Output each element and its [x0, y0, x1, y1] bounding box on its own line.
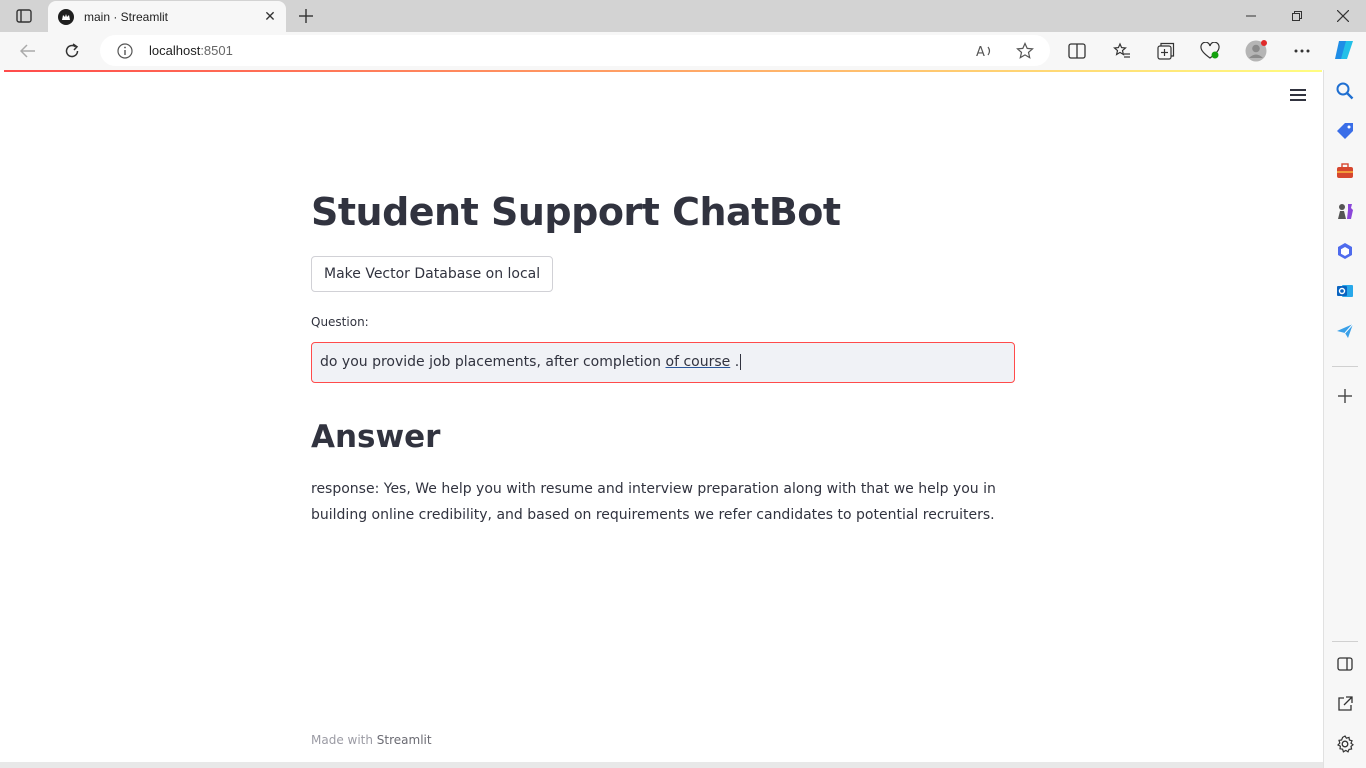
footer-prefix: Made with: [311, 733, 377, 747]
sidebar-layout-icon[interactable]: [1335, 654, 1355, 674]
tools-briefcase-icon[interactable]: [1335, 161, 1355, 181]
tab-actions-icon[interactable]: [10, 6, 38, 26]
favorite-star-icon[interactable]: [1015, 41, 1035, 61]
restore-icon[interactable]: [1274, 0, 1320, 32]
question-label: Question:: [311, 315, 369, 329]
text-cursor: [740, 354, 742, 370]
answer-text: response: Yes, We help you with resume a…: [311, 481, 996, 523]
browser-tab-strip: main · Streamlit ✕: [0, 0, 1366, 32]
url-port: :8501: [200, 43, 233, 58]
page-title: Student Support ChatBot: [311, 190, 841, 234]
window-close-icon[interactable]: [1320, 0, 1366, 32]
footer-streamlit-link[interactable]: Streamlit: [377, 733, 432, 747]
microsoft-365-icon[interactable]: [1335, 241, 1355, 261]
browser-tab[interactable]: main · Streamlit ✕: [48, 1, 286, 32]
edge-sidebar: [1323, 70, 1366, 768]
sidebar-divider-bottom: [1332, 641, 1358, 642]
open-external-icon[interactable]: [1335, 694, 1355, 714]
search-icon[interactable]: [1335, 81, 1355, 101]
window-bottom-edge: [0, 762, 1323, 768]
outlook-icon[interactable]: [1335, 281, 1355, 301]
sidebar-divider: [1332, 366, 1358, 367]
url-text: localhost:8501: [149, 43, 233, 58]
back-icon[interactable]: [13, 36, 43, 66]
split-screen-icon[interactable]: [1066, 40, 1088, 62]
send-feedback-icon[interactable]: [1335, 321, 1355, 341]
address-bar[interactable]: localhost:8501 A: [100, 35, 1050, 66]
question-text-underlined: of course: [665, 354, 731, 370]
minimize-icon[interactable]: [1228, 0, 1274, 32]
profile-avatar-icon[interactable]: [1245, 40, 1267, 62]
more-options-icon[interactable]: [1291, 40, 1313, 62]
games-chess-icon[interactable]: [1335, 201, 1355, 221]
question-input[interactable]: do you provide job placements, after com…: [311, 342, 1015, 383]
tab-title: main · Streamlit: [84, 9, 169, 24]
url-host: localhost: [149, 43, 201, 58]
collections-icon[interactable]: [1155, 40, 1177, 62]
make-vector-database-button[interactable]: Make Vector Database on local: [311, 256, 554, 292]
settings-gear-icon[interactable]: [1335, 734, 1355, 754]
question-text-end: .: [730, 354, 740, 370]
svg-text:A: A: [976, 45, 985, 59]
add-sidebar-app-icon[interactable]: [1335, 386, 1355, 406]
streamlit-favicon-icon: [58, 8, 74, 25]
read-aloud-icon[interactable]: A: [975, 41, 995, 61]
question-text: do you provide job placements, after com…: [320, 354, 666, 370]
streamlit-app: Student Support ChatBot Make Vector Data…: [4, 70, 1322, 762]
copilot-icon[interactable]: [1332, 38, 1356, 62]
footer: Made with Streamlit: [311, 733, 432, 747]
header-decoration-bar: [4, 70, 1322, 72]
main-menu-icon[interactable]: [1290, 89, 1306, 102]
browser-toolbar: localhost:8501 A: [0, 32, 1366, 70]
shopping-tag-icon[interactable]: [1335, 121, 1355, 141]
favorites-icon[interactable]: [1111, 40, 1133, 62]
site-info-icon[interactable]: [117, 43, 133, 59]
tab-close-icon[interactable]: ✕: [262, 8, 278, 25]
main-block: Student Support ChatBot Make Vector Data…: [311, 180, 1015, 528]
answer-heading: Answer: [311, 419, 441, 455]
browser-essentials-icon[interactable]: [1199, 40, 1221, 62]
new-tab-icon[interactable]: [296, 6, 316, 26]
refresh-icon[interactable]: [57, 36, 87, 66]
